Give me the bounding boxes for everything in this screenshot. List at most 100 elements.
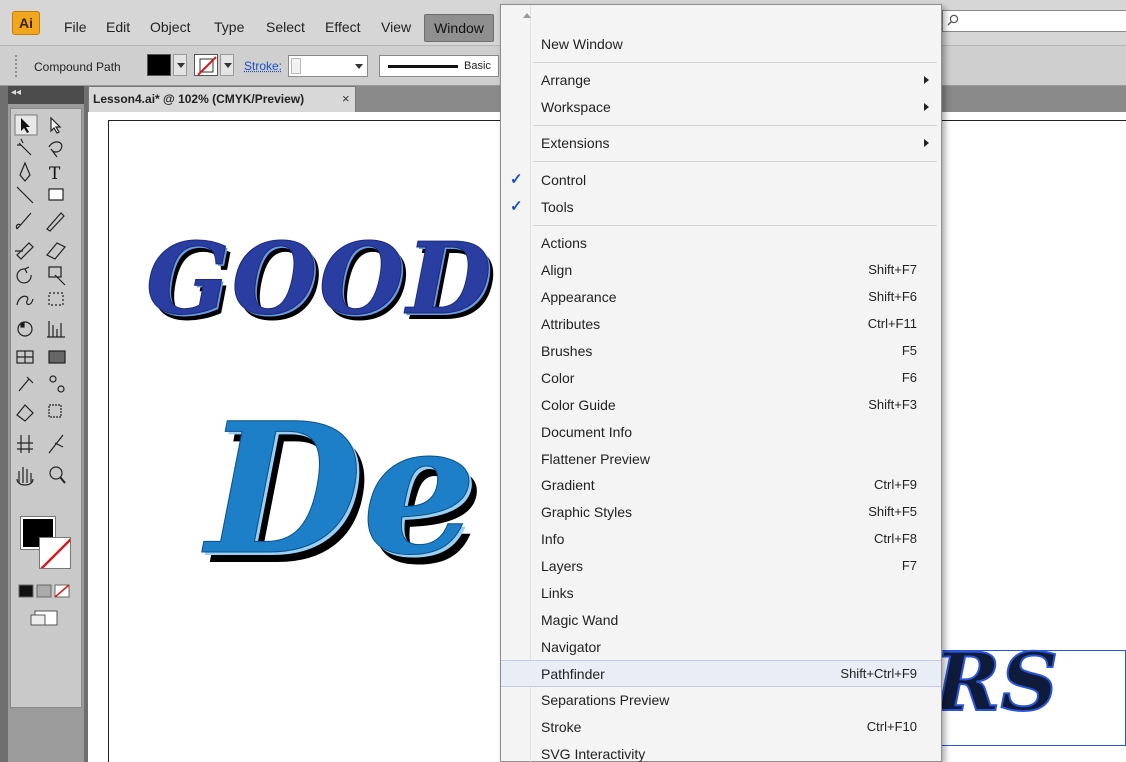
menu-item-flattener-preview[interactable]: Flattener Preview: [501, 446, 941, 473]
stroke-weight-stepper[interactable]: [291, 58, 301, 74]
menu-item-info[interactable]: Info Ctrl+F8: [501, 526, 941, 553]
menu-item-graphic-styles[interactable]: Graphic Styles Shift+F5: [501, 499, 941, 526]
search-input[interactable]: [942, 10, 1126, 32]
submenu-arrow-icon: [924, 103, 929, 111]
menu-item-magic-wand[interactable]: Magic Wand: [501, 607, 941, 634]
menu-item-label: Layers: [541, 558, 584, 574]
menu-item-shortcut: F6: [901, 370, 917, 385]
menu-item-color[interactable]: Color F6: [501, 365, 941, 392]
menu-item-label: Brushes: [541, 343, 593, 359]
stroke-color-box[interactable]: [39, 537, 71, 569]
menu-item-label: Appearance: [541, 289, 617, 305]
menu-item-label: Navigator: [541, 639, 601, 655]
menu-separator: [533, 225, 937, 226]
menu-item-attributes[interactable]: Attributes Ctrl+F11: [501, 311, 941, 338]
menu-item-layers[interactable]: Layers F7: [501, 553, 941, 580]
menu-item-label: New Window: [541, 36, 623, 52]
app-logo: Ai: [12, 11, 40, 35]
menu-file[interactable]: File: [64, 18, 87, 36]
menu-item-shortcut: Shift+F3: [868, 397, 917, 412]
tools-panel-header[interactable]: ◂◂: [8, 86, 84, 104]
close-icon[interactable]: ×: [342, 91, 350, 106]
menu-item-label: Tools: [541, 199, 574, 215]
menu-item-brushes[interactable]: Brushes F5: [501, 338, 941, 365]
menu-select[interactable]: Select: [266, 18, 305, 36]
menu-item-document-info[interactable]: Document Info: [501, 419, 941, 446]
menu-item-label: Attributes: [541, 316, 601, 332]
menu-item-shortcut: Ctrl+F11: [867, 316, 917, 331]
menu-type[interactable]: Type: [214, 18, 244, 36]
menu-item-shortcut: Shift+Ctrl+F9: [840, 666, 917, 681]
menu-item-label: Workspace: [541, 99, 611, 115]
selection-type-label: Compound Path: [34, 60, 121, 74]
stroke-weight-field[interactable]: [288, 55, 368, 77]
menu-item-tools[interactable]: ✓ Tools: [501, 194, 941, 221]
color-mode-icons[interactable]: [11, 579, 83, 639]
menu-item-appearance[interactable]: Appearance Shift+F6: [501, 284, 941, 311]
menu-item-arrange[interactable]: Arrange: [501, 67, 941, 94]
artwork-de-text[interactable]: De: [206, 399, 478, 580]
menu-item-label: Gradient: [541, 477, 595, 493]
menu-item-svg-interactivity[interactable]: SVG Interactivity: [501, 741, 941, 762]
menu-separator: [533, 125, 937, 126]
menu-item-navigator[interactable]: Navigator: [501, 634, 941, 661]
stroke-color-swatch[interactable]: [194, 54, 218, 76]
window-dropdown-menu: New Window Arrange Workspace Extensions …: [500, 4, 942, 762]
menu-item-links[interactable]: Links: [501, 580, 941, 607]
tool-icons: T: [14, 114, 66, 486]
menu-item-label: Links: [541, 585, 574, 601]
menu-window[interactable]: Window: [424, 14, 494, 42]
stroke-link[interactable]: Stroke:: [244, 59, 282, 73]
menu-item-shortcut: Shift+F5: [868, 504, 917, 519]
menu-item-new-window[interactable]: New Window: [501, 31, 941, 58]
stroke-dropdown-button[interactable]: [220, 54, 234, 76]
menu-item-pathfinder[interactable]: Pathfinder Shift+Ctrl+F9: [501, 660, 941, 687]
menu-item-label: Graphic Styles: [541, 504, 633, 520]
menu-item-label: Flattener Preview: [541, 451, 650, 467]
menu-view[interactable]: View: [381, 18, 411, 36]
none-color-icon: [40, 538, 70, 568]
search-icon: [947, 14, 959, 26]
panel-grip-icon[interactable]: [14, 54, 18, 78]
tab-lesson4[interactable]: Lesson4.ai* @ 102% (CMYK/Preview) ×: [88, 86, 356, 112]
menu-item-label: Color: [541, 370, 575, 386]
chevron-down-icon: [177, 63, 185, 68]
menu-item-actions[interactable]: Actions: [501, 230, 941, 257]
svg-text:T: T: [49, 164, 61, 184]
chevron-down-icon[interactable]: [355, 64, 363, 69]
menu-item-shortcut: Ctrl+F9: [874, 477, 917, 492]
menu-item-extensions[interactable]: Extensions: [501, 130, 941, 157]
menu-item-label: Magic Wand: [541, 612, 619, 628]
menu-item-align[interactable]: Align Shift+F7: [501, 257, 941, 284]
menu-item-shortcut: Shift+F7: [868, 262, 917, 277]
menu-item-stroke[interactable]: Stroke Ctrl+F10: [501, 714, 941, 741]
menu-effect[interactable]: Effect: [325, 18, 361, 36]
menu-item-label: Actions: [541, 235, 587, 251]
tools-panel: ◂◂ T: [8, 86, 84, 762]
scroll-up-icon[interactable]: [523, 13, 531, 18]
fill-dropdown-button[interactable]: [173, 54, 187, 76]
menu-object[interactable]: Object: [150, 18, 190, 36]
brush-definition-dropdown[interactable]: Basic: [379, 55, 499, 77]
menu-item-control[interactable]: ✓ Control: [501, 167, 941, 194]
menu-separator: [533, 161, 937, 162]
brush-stroke-preview: [388, 65, 458, 68]
artboard-edge-left: [108, 120, 109, 762]
fill-color-swatch[interactable]: [147, 54, 171, 76]
menu-item-workspace[interactable]: Workspace: [501, 94, 941, 121]
collapse-icon[interactable]: ◂◂: [11, 87, 21, 98]
menu-edit[interactable]: Edit: [106, 18, 130, 36]
artwork-good-text[interactable]: GOOD: [145, 222, 493, 338]
menu-item-color-guide[interactable]: Color Guide Shift+F3: [501, 392, 941, 419]
submenu-arrow-icon: [924, 139, 929, 147]
menu-item-label: Separations Preview: [541, 692, 670, 708]
menu-item-label: Stroke: [541, 719, 582, 735]
menu-item-label: Document Info: [541, 424, 633, 440]
menu-item-gradient[interactable]: Gradient Ctrl+F9: [501, 472, 941, 499]
submenu-arrow-icon: [924, 76, 929, 84]
menu-item-separations-preview[interactable]: Separations Preview: [501, 687, 941, 714]
menu-item-label: Info: [541, 531, 565, 547]
menu-item-label: Arrange: [541, 72, 591, 88]
checkmark-icon: ✓: [510, 198, 523, 215]
artwork-selected-text[interactable]: RS: [933, 641, 1059, 723]
